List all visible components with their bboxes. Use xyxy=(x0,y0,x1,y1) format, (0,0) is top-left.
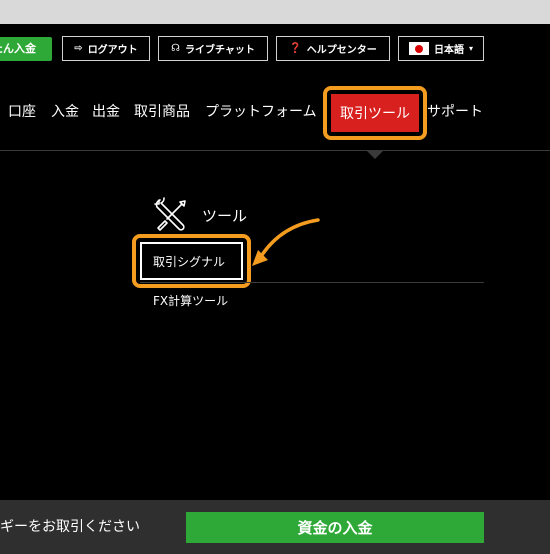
livechat-label: ライブチャット xyxy=(184,45,255,56)
language-label: 日本語 xyxy=(433,45,464,56)
browser-top-band xyxy=(0,0,550,24)
tools-heading: ツール xyxy=(202,207,248,225)
fund-deposit-button[interactable]: 資金の入金 xyxy=(186,512,484,543)
language-selector[interactable]: 日本語 ▾ xyxy=(398,36,484,61)
footer-promo-text: ギーをお取引ください xyxy=(0,519,140,535)
helpcenter-button[interactable]: ❓ ヘルプセンター xyxy=(276,36,390,61)
quick-deposit-button[interactable]: かんたん入金 xyxy=(0,37,52,61)
trading-signal-label[interactable]: 取引シグナル xyxy=(153,254,225,270)
wrench-screwdriver-icon xyxy=(154,197,186,231)
nav-item-platform[interactable]: プラットフォーム xyxy=(205,102,317,122)
helpcenter-label: ヘルプセンター xyxy=(306,45,377,56)
nav-item-products[interactable]: 取引商品 xyxy=(134,102,190,122)
livechat-button[interactable]: ☊ ライブチャット xyxy=(158,36,268,61)
footer-bar: ギーをお取引ください 資金の入金 xyxy=(0,500,550,554)
japan-flag-icon xyxy=(408,42,429,55)
nav-item-deposit[interactable]: 入金 xyxy=(51,102,79,122)
headset-icon: ☊ xyxy=(171,42,180,54)
nav-item-withdraw[interactable]: 出金 xyxy=(92,102,120,122)
quick-deposit-label: かんたん入金 xyxy=(0,42,36,55)
question-circle-icon: ❓ xyxy=(289,42,302,54)
logout-label: ログアウト xyxy=(87,45,138,56)
pointer-arrow-icon xyxy=(252,218,320,266)
menu-divider xyxy=(140,282,484,283)
nav-item-support[interactable]: サポート xyxy=(427,102,483,122)
header-bar: かんたん入金 ⇨ ログアウト ☊ ライブチャット ❓ ヘルプセンター 日本語 ▾ xyxy=(0,24,550,74)
nav-divider xyxy=(0,150,550,151)
logout-button[interactable]: ⇨ ログアウト xyxy=(62,36,150,61)
main-nav: 口座 入金 出金 取引商品 プラットフォーム サポート xyxy=(0,82,550,142)
nav-item-trading-tools[interactable]: 取引ツール xyxy=(331,94,419,132)
fx-calculator-link[interactable]: FX計算ツール xyxy=(153,293,228,309)
logout-icon: ⇨ xyxy=(74,42,83,54)
chevron-down-icon: ▾ xyxy=(468,44,473,53)
dropdown-caret-icon xyxy=(366,150,384,159)
nav-item-account[interactable]: 口座 xyxy=(8,102,36,122)
